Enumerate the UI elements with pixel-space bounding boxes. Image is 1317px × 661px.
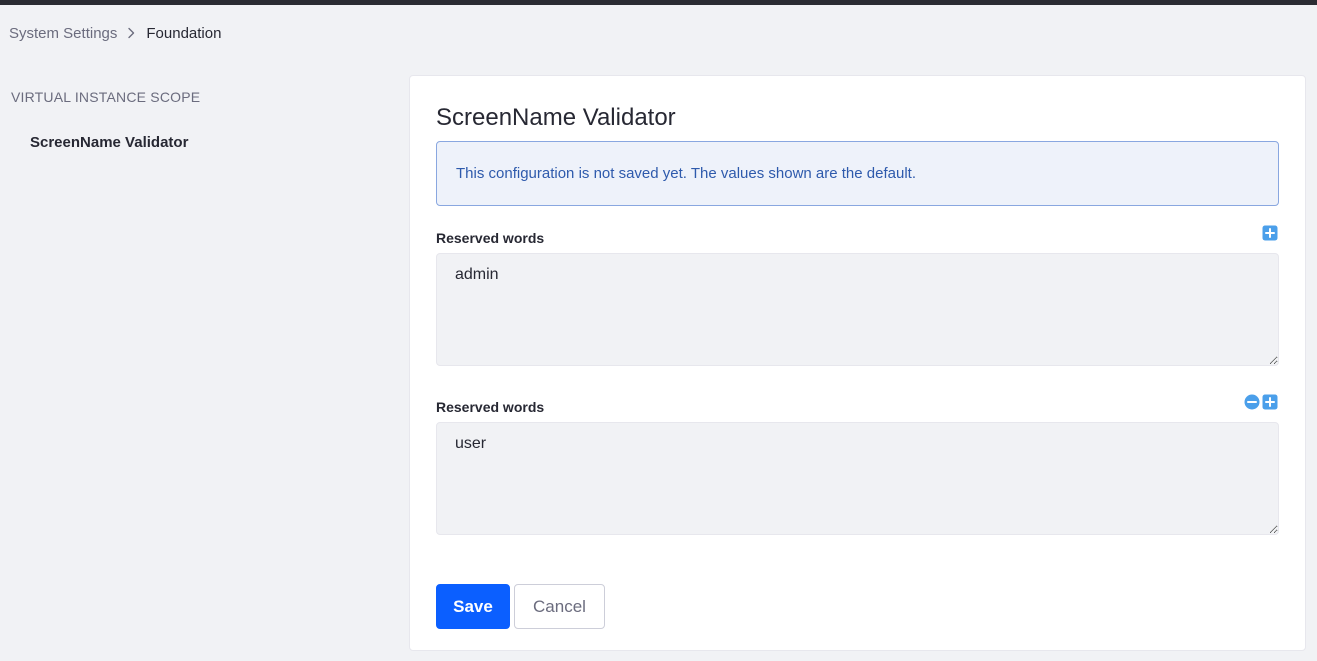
sidebar-scope-title: VIRTUAL INSTANCE SCOPE [11,89,201,105]
breadcrumb-foundation: Foundation [146,24,222,42]
sidebar-item-screenname-validator[interactable]: ScreenName Validator [30,134,188,151]
field-actions-2 [1244,394,1278,410]
info-alert-text: This configuration is not saved yet. The… [456,165,916,182]
breadcrumb-system-settings[interactable]: System Settings [9,25,117,42]
cancel-button[interactable]: Cancel [514,584,605,629]
info-alert: This configuration is not saved yet. The… [436,141,1279,206]
plus-square-icon[interactable] [1262,394,1278,410]
page-title: ScreenName Validator [436,104,676,131]
reserved-words-label-2: Reserved words [436,399,545,415]
reserved-words-label-1: Reserved words [436,230,545,246]
plus-square-icon[interactable] [1262,225,1278,241]
chevron-right-icon [123,25,139,41]
top-bar [0,0,1317,5]
minus-circle-icon[interactable] [1244,394,1260,410]
configuration-sheet: ScreenName Validator This configuration … [409,75,1306,651]
reserved-words-input-2[interactable]: user [436,422,1279,535]
reserved-words-input-1[interactable]: admin [436,253,1279,366]
field-actions-1 [1262,225,1278,241]
breadcrumb: System Settings Foundation [9,22,221,44]
save-button[interactable]: Save [436,584,510,629]
